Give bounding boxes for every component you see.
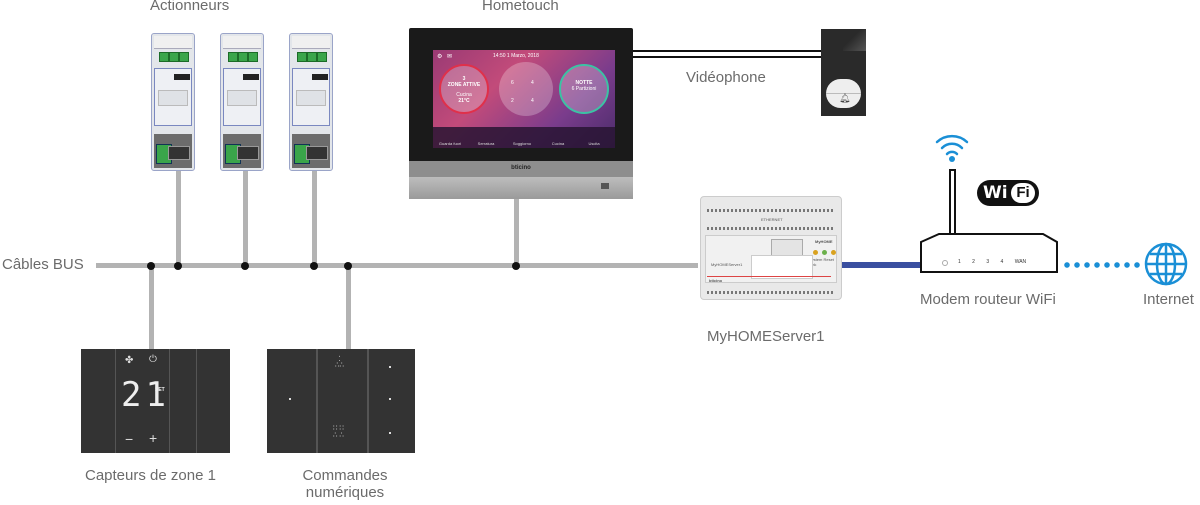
message-icon: ✉: [447, 54, 453, 60]
video-line-top: [633, 50, 822, 52]
server-label: MyHOMEServer1: [707, 328, 825, 345]
bus-drop-zone-sensor: [149, 265, 154, 349]
zones-temp: 21°C: [458, 98, 470, 104]
thermostat-display: 21: [121, 375, 170, 415]
plugs-count: 2: [511, 98, 514, 104]
bus-drop-digital-controls: [346, 265, 351, 349]
bus-drop-actuator-1: [176, 170, 181, 265]
screen-datetime: 14:50 1 Marzo, 2018: [493, 53, 539, 59]
router-label: Modem routeur WiFi: [920, 291, 1056, 308]
set-label: SET: [155, 387, 165, 393]
speaker-icon: [601, 183, 609, 189]
hometouch-screen[interactable]: ⚙ ✉ 14:50 1 Marzo, 2018 3 ZONE ATTIVE Cu…: [433, 50, 615, 148]
music-count: 4: [531, 98, 534, 104]
globe-icon[interactable]: [1143, 241, 1189, 287]
lights-count: 6: [511, 80, 514, 86]
plus-button[interactable]: +: [149, 430, 157, 446]
actuator-module[interactable]: [289, 33, 333, 171]
wifi-signal-icon: [935, 134, 969, 162]
power-icon[interactable]: ⏻: [149, 354, 157, 365]
camera-lens: [843, 29, 866, 51]
nav-serratura[interactable]: Serratura: [469, 141, 503, 146]
nav-uscita[interactable]: Uscita: [577, 141, 611, 146]
videophone-label: Vidéophone: [686, 69, 766, 86]
zones-title: ZONE ATTIVE: [447, 82, 481, 88]
bell-icon: 🔔︎: [839, 93, 851, 103]
doorbell-button[interactable]: 🔔︎: [826, 79, 861, 108]
bus-drop-hometouch: [514, 198, 519, 265]
zone-sensors-label: Capteurs de zone 1: [85, 467, 216, 484]
video-line-bottom: [633, 56, 822, 58]
digital-controls-label-line2: numériques: [305, 484, 385, 501]
led-labels: System Reset Link: [809, 257, 834, 267]
wifi-badge-wi: Wi: [983, 183, 1008, 203]
zone-sensor-plate[interactable]: ✤ ⏻ 21 SET − +: [81, 349, 230, 453]
actuators-label: Actionneurs: [150, 0, 230, 14]
router-ports: 1 2 3 4 WAN: [958, 259, 1026, 265]
bus-drop-actuator-2: [243, 170, 248, 265]
junction-dot: [344, 262, 352, 270]
router-port: WAN: [1014, 259, 1027, 265]
door-entry-panel[interactable]: 🔔︎: [821, 29, 866, 116]
junction-dot: [310, 262, 318, 270]
minus-button[interactable]: −: [125, 431, 133, 447]
hometouch-label: Hometouch: [482, 0, 559, 14]
server-front-label: MyHOMEServer1: [711, 262, 743, 267]
junction-dot: [174, 262, 182, 270]
alarm-subtitle: 6 Partizioni: [571, 86, 597, 92]
server-logo: MyHOME: [815, 239, 833, 244]
router-port: 4: [1000, 259, 1004, 265]
ethernet-cable: [842, 262, 920, 268]
hometouch-device[interactable]: ⚙ ✉ 14:50 1 Marzo, 2018 3 ZONE ATTIVE Cu…: [409, 28, 633, 199]
bus-cable-main: [96, 263, 698, 268]
settings-icon: ⚙: [437, 54, 443, 60]
digital-controls-label: Commandes numériques: [302, 467, 387, 501]
junction-dot: [241, 262, 249, 270]
bus-cables-label: Câbles BUS: [2, 256, 84, 273]
myhome-server-device[interactable]: ETHERNET MyHOME System Reset Link MyHOME…: [700, 196, 842, 300]
alarm-widget-text: NOTTE 6 Partizioni: [559, 80, 609, 92]
scene-down-icon[interactable]: ∷ ∷ ∴ ∴: [333, 425, 344, 439]
junction-dot: [147, 262, 155, 270]
nav-guarda-fuori[interactable]: Guarda fuori: [433, 141, 467, 146]
led-system: [813, 250, 818, 255]
junction-dot: [512, 262, 520, 270]
bus-drop-actuator-3: [312, 170, 317, 265]
button-dot: [389, 398, 391, 400]
internet-link: [1062, 262, 1142, 268]
router-body[interactable]: [920, 233, 1058, 273]
nav-cucina[interactable]: Cucina: [541, 141, 575, 146]
actuator-module[interactable]: [220, 33, 264, 171]
actuator-module[interactable]: [151, 33, 195, 171]
led-reset: [822, 250, 827, 255]
button-dot: [389, 366, 391, 368]
server-ethernet-label: ETHERNET: [761, 217, 783, 222]
wifi-badge-fi: Fi: [1011, 183, 1035, 203]
button-dot: [389, 432, 391, 434]
devices-widget[interactable]: [499, 62, 553, 116]
shutters-count: 4: [531, 80, 534, 86]
zones-widget-text: 3 ZONE ATTIVE Cucina 21°C: [439, 76, 489, 104]
server-brand: bticino: [709, 278, 723, 283]
nav-soggiorno[interactable]: Soggiorno: [505, 141, 539, 146]
screen-nav-bar: Guarda fuori Serratura Soggiorno Cucina …: [433, 127, 615, 148]
router-port: 1: [958, 259, 961, 265]
router-port: 3: [986, 259, 990, 265]
wifi-badge: Wi Fi: [977, 180, 1039, 206]
internet-label: Internet: [1143, 291, 1194, 308]
scene-up-icon[interactable]: ⁚ ∴∴: [335, 356, 344, 369]
digital-controls-plate[interactable]: ⁚ ∴∴ ∷ ∷ ∴ ∴: [267, 349, 415, 453]
led-link: [831, 250, 836, 255]
router-port: 2: [972, 259, 975, 265]
fan-icon: ✤: [125, 355, 134, 366]
button-dot: [289, 398, 291, 400]
hometouch-brand: bticino: [511, 165, 531, 171]
digital-controls-label-line1: Commandes: [302, 467, 388, 484]
